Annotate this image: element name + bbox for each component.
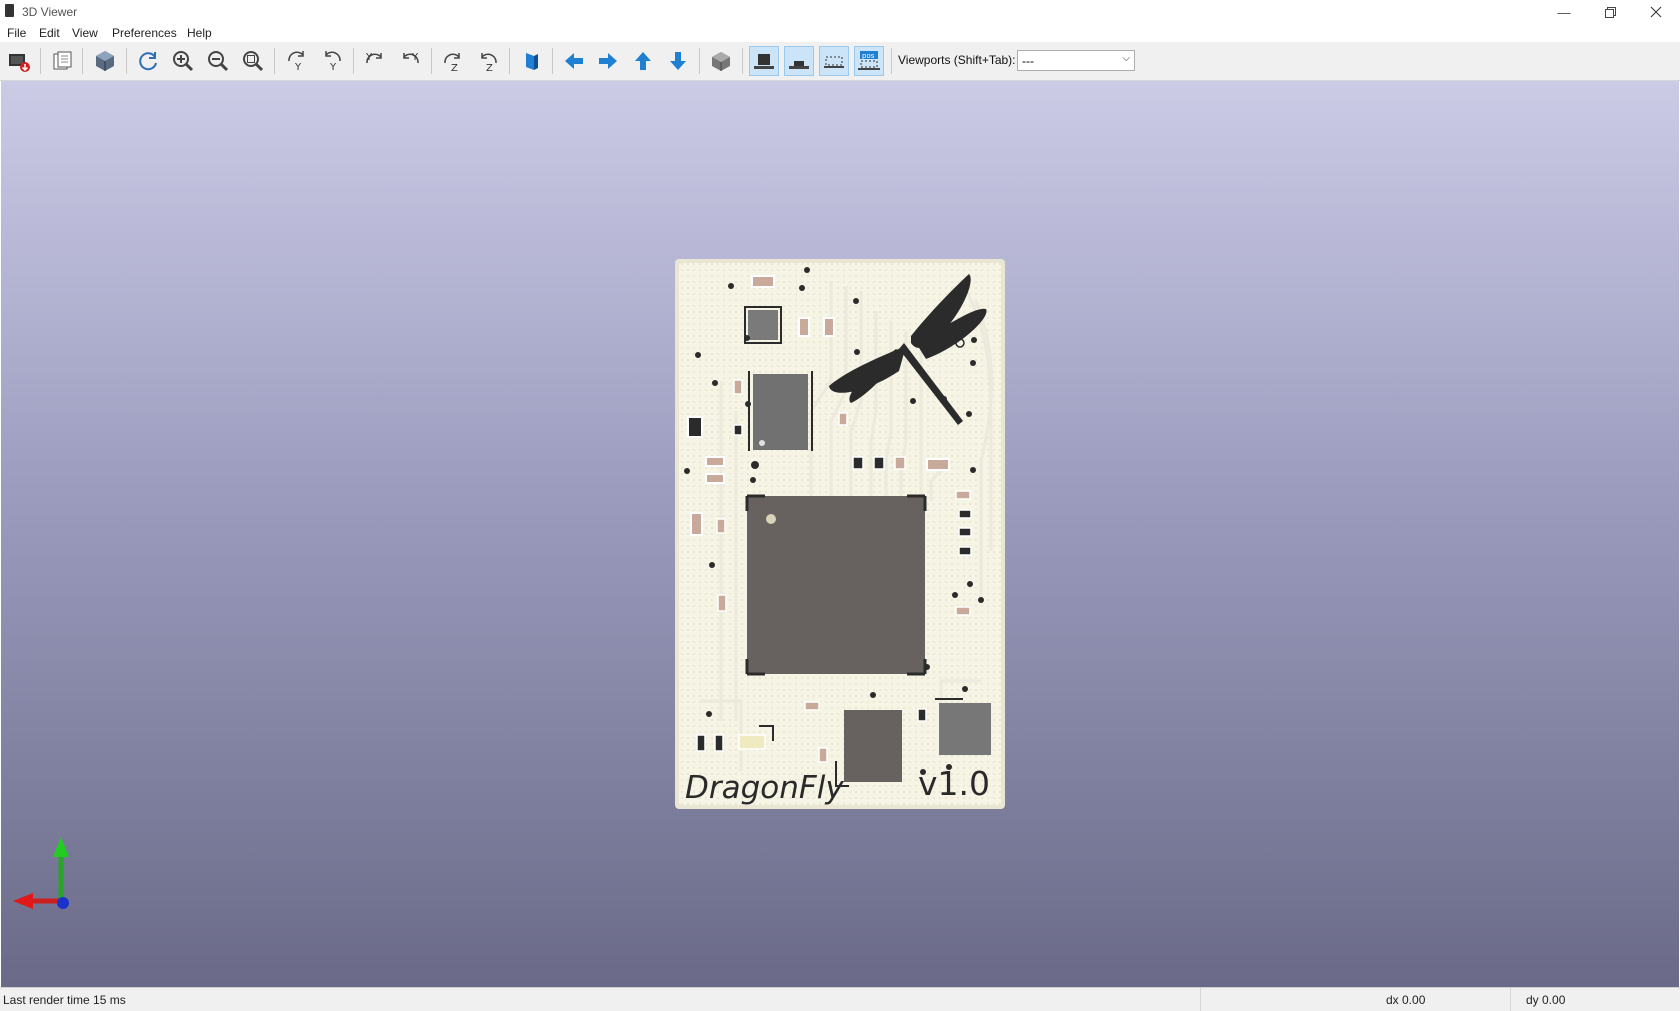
board-version-label: v1.0 xyxy=(918,764,990,803)
rotate-x-ccw-icon[interactable]: Y xyxy=(317,46,347,76)
svg-text:Z: Z xyxy=(451,63,458,73)
status-bar: Last render time 15 ms dx 0.00 dy 0.00 xyxy=(0,987,1680,1011)
copy-icon[interactable] xyxy=(47,46,77,76)
svg-text:Y: Y xyxy=(365,52,373,63)
menu-edit[interactable]: Edit xyxy=(39,26,60,40)
render-icon[interactable] xyxy=(4,46,34,76)
svg-text:Y: Y xyxy=(411,52,419,63)
ortho-icon[interactable] xyxy=(706,46,736,76)
app-icon xyxy=(5,4,14,17)
rotate-y-ccw-icon[interactable]: Y xyxy=(395,46,425,76)
restore-icon[interactable] xyxy=(1587,0,1633,24)
rotate-z-cw-icon[interactable]: Z xyxy=(438,46,468,76)
title-bar: 3D Viewer — xyxy=(0,0,1680,24)
svg-text:Z: Z xyxy=(486,63,493,73)
menu-view[interactable]: View xyxy=(72,26,98,40)
chevron-down-icon: ⌵ xyxy=(1122,53,1130,64)
pan-up-icon[interactable] xyxy=(628,46,658,76)
upper-ic xyxy=(753,374,808,450)
axis-gizmo xyxy=(13,837,69,909)
flip-board-icon[interactable] xyxy=(516,46,546,76)
menu-help[interactable]: Help xyxy=(187,26,212,40)
rotate-z-ccw-icon[interactable]: Z xyxy=(473,46,503,76)
render-time-label: Last render time 15 ms xyxy=(3,993,126,1007)
dx-label: dx 0.00 xyxy=(1386,993,1426,1007)
zoom-in-icon[interactable] xyxy=(168,46,198,76)
menu-preferences[interactable]: Preferences xyxy=(112,26,177,40)
reload-icon[interactable] xyxy=(133,46,163,76)
viewports-value: --- xyxy=(1022,54,1034,68)
board-name-label: DragonFly xyxy=(685,770,844,806)
viewports-select[interactable]: --- ⌵ xyxy=(1017,50,1135,71)
menu-bar: File Edit View Preferences Help xyxy=(0,24,1680,42)
svg-text:Y: Y xyxy=(294,62,302,73)
close-icon[interactable] xyxy=(1633,0,1679,24)
pan-down-icon[interactable] xyxy=(663,46,693,76)
show-not-in-posfile-icon[interactable]: pos xyxy=(854,46,884,76)
3d-viewport[interactable]: DragonFly v1.0 xyxy=(1,81,1679,987)
toolbar: Y Y Y Y Z Z pos xyxy=(0,42,1680,81)
pan-left-icon[interactable] xyxy=(559,46,589,76)
show-smd-icon[interactable] xyxy=(784,46,814,76)
pan-right-icon[interactable] xyxy=(593,46,623,76)
viewports-label: Viewports (Shift+Tab): xyxy=(898,53,1016,67)
show-virtual-icon[interactable] xyxy=(819,46,849,76)
minimize-icon[interactable]: — xyxy=(1541,0,1587,24)
rotate-x-cw-icon[interactable]: Y xyxy=(282,46,312,76)
menu-file[interactable]: File xyxy=(7,26,26,40)
raytrace-icon[interactable] xyxy=(90,46,120,76)
bottom-ic xyxy=(844,710,902,782)
zoom-out-icon[interactable] xyxy=(203,46,233,76)
window-title: 3D Viewer xyxy=(22,5,78,19)
svg-text:pos: pos xyxy=(862,52,875,60)
dy-label: dy 0.00 xyxy=(1526,993,1566,1007)
pcb-board: DragonFly v1.0 xyxy=(675,259,1005,809)
zoom-fit-icon[interactable] xyxy=(238,46,268,76)
show-tht-icon[interactable] xyxy=(749,46,779,76)
svg-text:Y: Y xyxy=(329,62,337,73)
rotate-y-cw-icon[interactable]: Y xyxy=(360,46,390,76)
